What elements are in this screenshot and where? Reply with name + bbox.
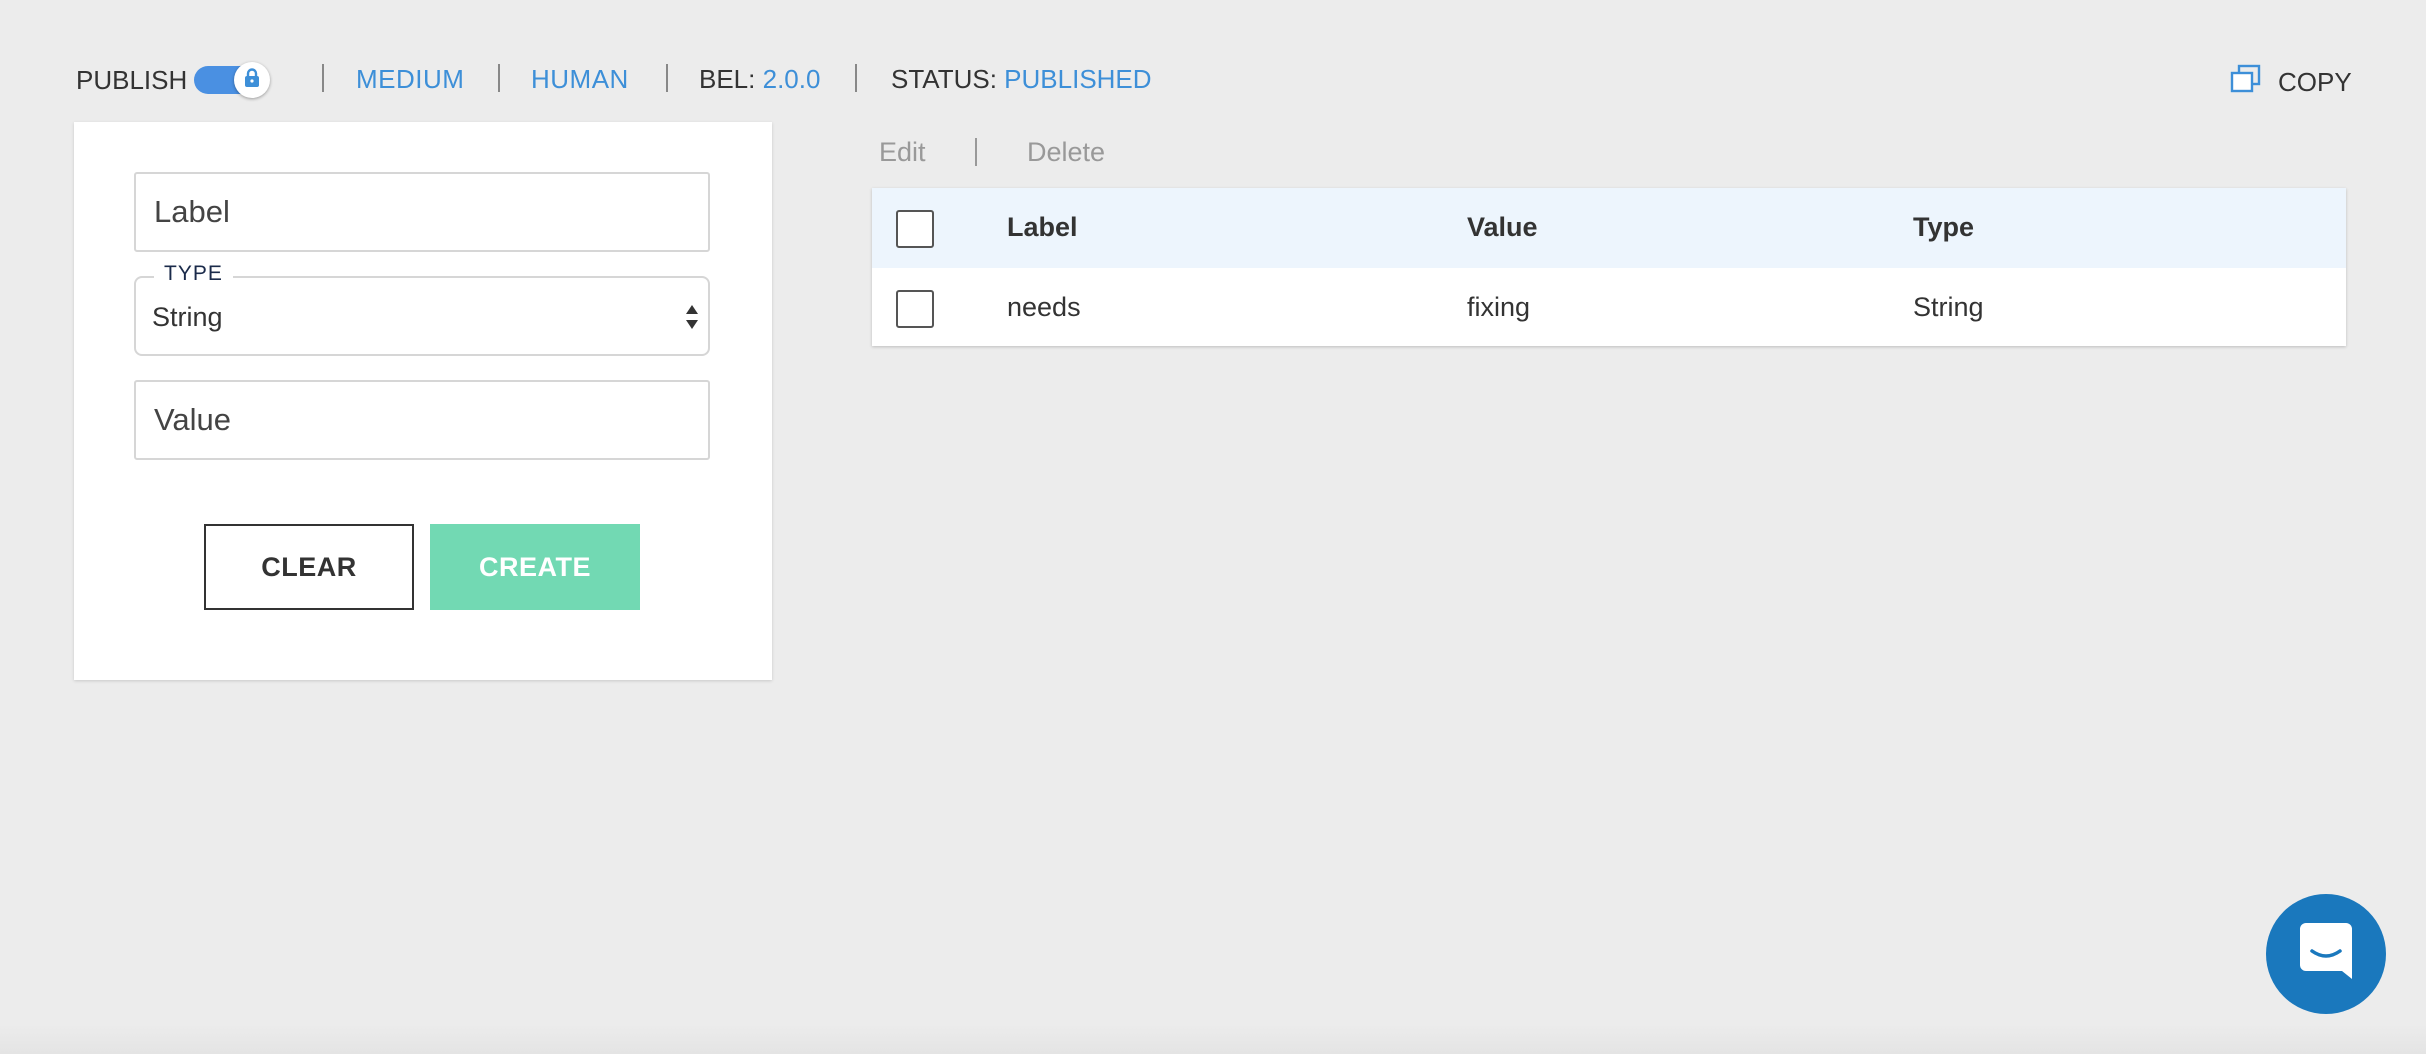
divider: [975, 138, 977, 166]
publish-label: PUBLISH: [76, 65, 188, 95]
divider: [498, 64, 500, 92]
bottom-edge: [0, 1024, 2426, 1054]
label-input-placeholder: Label: [154, 194, 230, 229]
column-header-value[interactable]: Value: [1467, 188, 1538, 266]
cell-type: String: [1913, 292, 1984, 322]
publish-toggle[interactable]: [194, 62, 272, 98]
status: STATUS: PUBLISHED: [891, 64, 1152, 94]
chat-icon: [2298, 921, 2354, 988]
select-arrows-icon: [684, 302, 700, 332]
cell-label: needs: [1007, 292, 1081, 322]
top-bar: PUBLISH MEDIUM HUMAN BEL: 2.0.0 STATUS: …: [0, 0, 2426, 120]
copy-icon: [2230, 64, 2262, 101]
bel-version-value: 2.0.0: [762, 64, 821, 94]
row-checkbox[interactable]: [896, 290, 934, 328]
copy-button[interactable]: COPY: [2230, 64, 2352, 101]
annotation-form-card: Label TYPE String Value CLEAR CREATE: [74, 122, 772, 680]
clear-button[interactable]: CLEAR: [204, 524, 414, 610]
create-button[interactable]: CREATE: [430, 524, 640, 610]
value-input-placeholder: Value: [154, 402, 231, 437]
copy-label: COPY: [2278, 67, 2352, 97]
status-label: STATUS:: [891, 64, 997, 94]
table-header: Label Value Type: [872, 188, 2346, 268]
type-select[interactable]: TYPE String: [134, 262, 710, 356]
select-all-checkbox[interactable]: [896, 210, 934, 248]
medium-link[interactable]: MEDIUM: [356, 64, 464, 94]
type-select-value: String: [152, 302, 223, 332]
column-header-type[interactable]: Type: [1913, 188, 1974, 266]
column-header-label[interactable]: Label: [1007, 188, 1078, 266]
cell-value: fixing: [1467, 292, 1531, 322]
edit-action[interactable]: Edit: [879, 136, 926, 168]
label-input[interactable]: Label: [134, 172, 710, 252]
chat-launcher-button[interactable]: [2266, 894, 2386, 1014]
bel-version: BEL: 2.0.0: [699, 64, 820, 94]
delete-action[interactable]: Delete: [1027, 136, 1105, 168]
annotations-table: Label Value Type needs fixing String: [872, 188, 2346, 346]
bel-label: BEL:: [699, 64, 756, 94]
human-link[interactable]: HUMAN: [531, 64, 629, 94]
divider: [666, 64, 668, 92]
table-row[interactable]: needs fixing String: [872, 268, 2346, 346]
lock-icon: [243, 67, 261, 93]
divider: [855, 64, 857, 92]
value-input[interactable]: Value: [134, 380, 710, 460]
status-badge: PUBLISHED: [1004, 64, 1152, 94]
publish-toggle-knob: [234, 62, 270, 98]
divider: [322, 64, 324, 92]
